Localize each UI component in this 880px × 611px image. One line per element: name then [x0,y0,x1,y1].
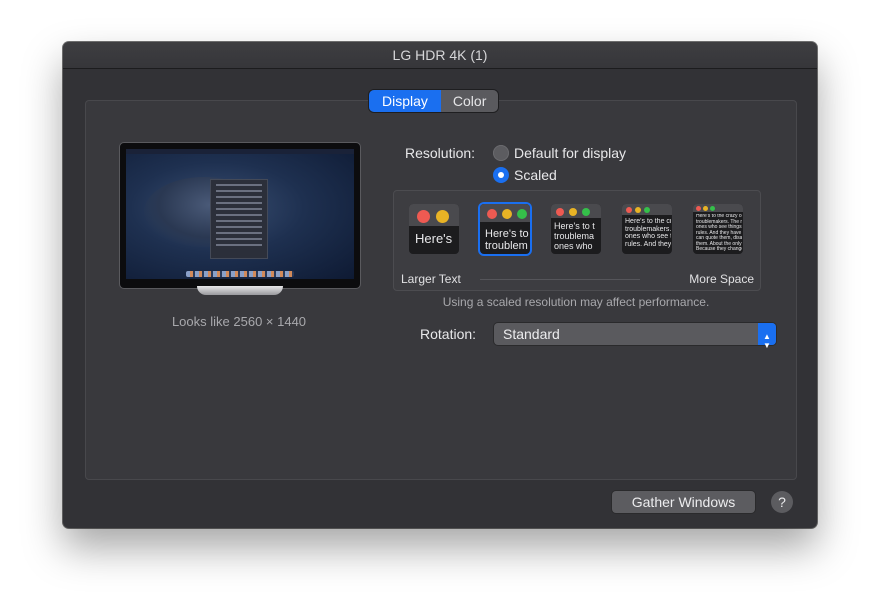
menu-bar [126,149,354,154]
monitor-preview [119,142,361,289]
close-dot-icon [417,210,430,223]
rotation-value: Standard [503,326,560,342]
scale-divider [480,279,640,280]
tab-control: Display Color [369,90,499,112]
performance-warning: Using a scaled resolution may affect per… [442,295,710,309]
tab-display[interactable]: Display [369,90,441,112]
help-button[interactable]: ? [771,491,793,513]
radio-default-label: Default for display [514,145,627,161]
close-dot-icon [487,209,497,219]
looks-like-label: Looks like 2560 × 1440 [171,314,307,329]
dock [186,271,294,277]
sample-text: Here's to the crazy one troublemakers. T… [696,214,742,252]
desktop-wallpaper [126,149,354,279]
scale-option-1[interactable]: Here's [409,204,459,254]
gather-windows-button[interactable]: Gather Windows [612,491,755,513]
radio-scaled-label: Scaled [514,167,557,183]
close-dot-icon [556,208,564,216]
preview-window [210,179,268,259]
tab-color[interactable]: Color [440,90,499,112]
scale-option-2[interactable]: Here's to troublem [480,204,530,254]
minimize-dot-icon [436,210,449,223]
larger-text-label: Larger Text [401,272,461,286]
minimize-dot-icon [569,208,577,216]
rotation-label: Rotation: [420,326,477,342]
radio-scaled[interactable]: Scaled [493,167,557,183]
zoom-dot-icon [710,206,715,211]
sample-text: Here's [415,232,453,246]
more-space-label: More Space [689,272,754,286]
zoom-dot-icon [644,207,650,213]
radio-button-selected[interactable] [493,167,509,183]
sample-text: Here's to the cr troublemakers. ones who… [625,218,671,249]
minimize-dot-icon [703,206,708,211]
minimize-dot-icon [635,207,641,213]
radio-default[interactable]: Default for display [493,145,626,161]
monitor-stand [197,286,283,295]
display-preferences-window: LG HDR 4K (1) Display Color Looks like 2… [63,42,817,528]
radio-button[interactable] [493,145,509,161]
zoom-dot-icon [517,209,527,219]
scale-option-5[interactable]: Here's to the crazy one troublemakers. T… [693,204,743,254]
resolution-label: Resolution: [405,145,476,161]
chevron-updown-icon[interactable]: ▲ ▼ [758,323,776,350]
minimize-dot-icon [502,209,512,219]
scale-option-4[interactable]: Here's to the cr troublemakers. ones who… [622,204,672,254]
scale-option-3[interactable]: Here's to t troublema ones who [551,204,601,254]
close-dot-icon [626,207,632,213]
window-title: LG HDR 4K (1) [63,42,817,69]
sample-text: Here's to troublem [485,228,529,253]
rotation-select[interactable]: Standard ▲ ▼ [494,323,776,350]
sample-text: Here's to t troublema ones who [554,222,595,251]
zoom-dot-icon [582,208,590,216]
scaled-resolution-picker: Here's Here's to troublem Here's to t tr… [393,190,761,291]
close-dot-icon [696,206,701,211]
